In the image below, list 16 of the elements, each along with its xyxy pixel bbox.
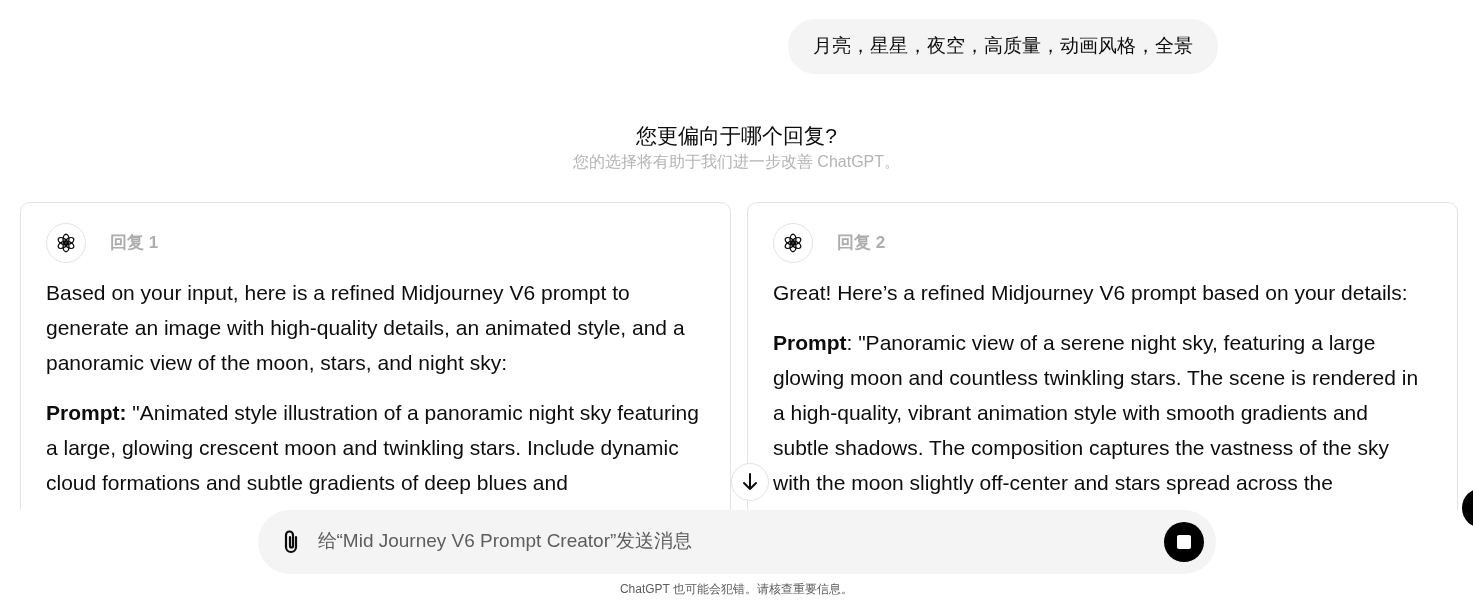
comparison-title: 您更偏向于哪个回复? [636, 122, 837, 149]
response-text: Great! Here’s a refined Midjourney V6 prompt based on your details: [773, 279, 1409, 306]
response-text: Based on your input, here is a refined Midjourney V6 prompt to generate an image with high-quality details, an animated style, and a panoramic view of the moon, stars, and night sky: [46, 279, 686, 376]
stop-icon [1176, 534, 1191, 549]
message-field[interactable]: 给“Mid Journey V6 Prompt Creator”发送消息 [315, 526, 1150, 557]
user-message: 月亮，星星，夜空，高质量，动画风格，全景 [788, 19, 1218, 74]
down-arrow-icon [740, 472, 760, 492]
scroll-down-button[interactable] [731, 463, 769, 501]
message-composer[interactable]: 给“Mid Journey V6 Prompt Creator”发送消息 [257, 509, 1216, 574]
response-label: 回复 1 [110, 231, 159, 254]
response-text: Prompt: "Panoramic view of a serene night sky, featuring a large glowing moon and countless twinkling stars. The scene is rendered in a high-quality, vibrant animation style with smooth gradients and subtle shadows. The composition captures the vastness of the sky with the moon slightly off-center and stars spread across the [773, 329, 1420, 496]
stop-button[interactable] [1163, 521, 1204, 562]
response-text: Prompt: "Animated style illustration of a panoramic night sky featuring a large, glowing crescent moon and twinkling stars. Include dynamic cloud formations and subtle gradients of deep blues and [46, 399, 700, 496]
comparison-subtitle: 您的选择将有助于我们进一步改善 ChatGPT。 [572, 151, 901, 172]
response-label: 回复 2 [837, 231, 886, 254]
disclaimer: ChatGPT 也可能会犯错。请核查重要信息。 [619, 580, 854, 598]
